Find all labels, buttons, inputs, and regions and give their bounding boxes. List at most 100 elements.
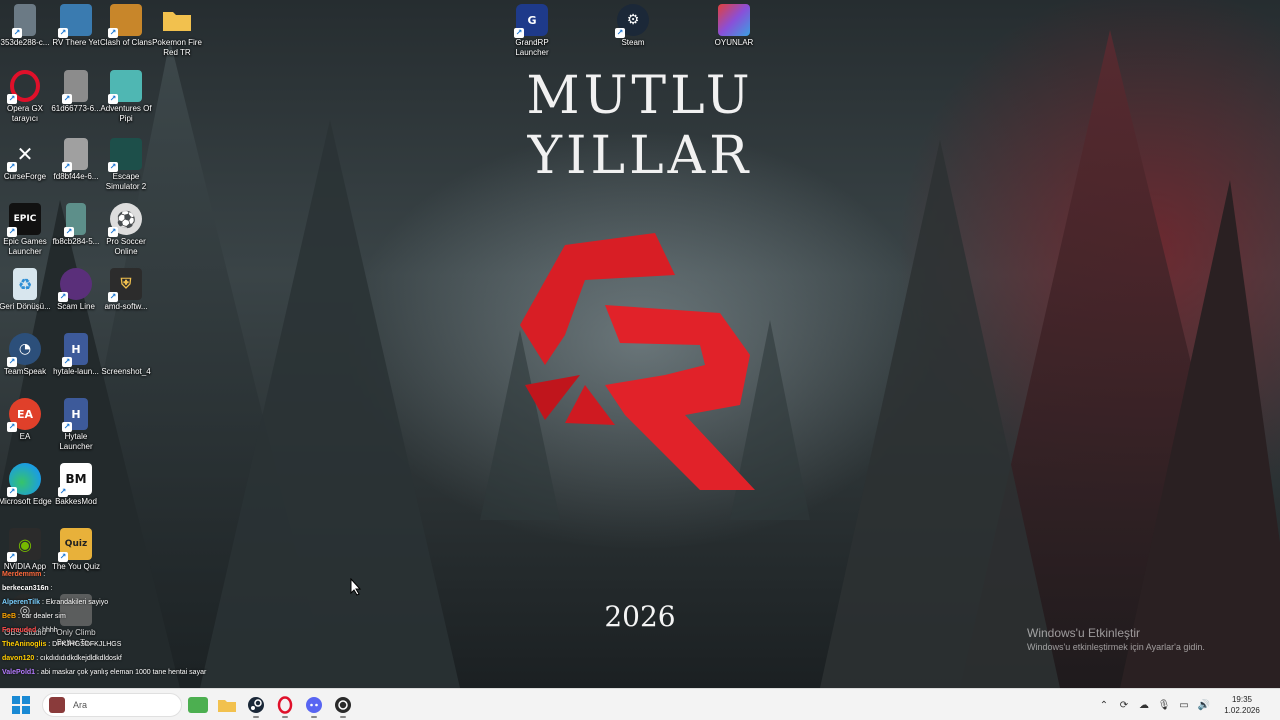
- chat-message: AlperenTilk : Ekrandakileri sayiyo: [2, 599, 109, 606]
- desktop-icon-bakkesmod[interactable]: BM ↗ BakkesMod: [48, 463, 104, 507]
- game-icon: ↗: [108, 70, 142, 104]
- folder-icon: [718, 4, 750, 36]
- desktop-icon-grandrp-launcher[interactable]: G ↗ GrandRP Launcher: [504, 4, 560, 58]
- desktop-icon-escape-simulator-2[interactable]: ↗ Escape Simulator 2: [98, 138, 154, 192]
- folder-icon: [218, 699, 236, 712]
- hytale-icon: H ↗: [62, 333, 88, 367]
- start-button[interactable]: [8, 692, 34, 718]
- desktop-icon-epic-games[interactable]: EPIC ↗ Epic Games Launcher: [0, 203, 53, 257]
- obs-icon: [335, 696, 351, 713]
- desktop-icon-353de288[interactable]: ↗ 353de288-c...: [0, 4, 53, 48]
- opera-icon: ↗: [7, 70, 41, 104]
- epic-icon: EPIC ↗: [7, 203, 41, 237]
- bakkesmod-icon: BM ↗: [58, 463, 92, 497]
- red-logo-emblem: [520, 233, 755, 490]
- chat-message: ValePold1 : abi maskar çok yanlış eleman…: [2, 669, 207, 676]
- recycle-bin-icon: ♻: [13, 268, 37, 300]
- game-icon: ↗: [58, 268, 92, 302]
- desktop-icon-opera-gx[interactable]: ↗ Opera GX tarayıcı: [0, 70, 53, 124]
- hytale-icon: H ↗: [62, 398, 88, 432]
- taskbar-steam[interactable]: [243, 692, 269, 718]
- desktop-icon-scam-line[interactable]: ↗ Scam Line: [48, 268, 104, 312]
- desktop-icon-nvidia[interactable]: ◉ ↗ NVIDIA App: [0, 528, 53, 572]
- desktop-icon-teamspeak[interactable]: ◔ ↗ TeamSpeak: [0, 333, 53, 377]
- image-file-icon: [110, 333, 142, 365]
- search-highlight-icon: [49, 696, 65, 713]
- taskbar-search-box[interactable]: Ara: [42, 692, 182, 717]
- chat-message: Merdemmm :: [2, 571, 46, 578]
- taskbar: Ara ⌃ ⟳ ☁ 🎙 ▭ 🔊 19:35 1.02.2026: [0, 688, 1280, 720]
- game-icon: ↗: [58, 4, 92, 38]
- desktop-icon-pro-soccer-online[interactable]: ⚽ ↗ Pro Soccer Online: [98, 203, 154, 257]
- clock-date: 1.02.2026: [1224, 706, 1260, 715]
- desktop-icon-screenshot-4[interactable]: Screenshot_4: [98, 333, 154, 377]
- taskbar-clock[interactable]: 19:35 1.02.2026: [1214, 694, 1270, 716]
- opera-icon: [277, 695, 293, 714]
- nvidia-icon: ◉ ↗: [7, 528, 41, 562]
- wallpaper-title: MUTLU YILLAR: [526, 66, 754, 186]
- desktop-icon-amd-software[interactable]: ⛨ ↗ amd-softw...: [98, 268, 154, 312]
- desktop-icon-pokemon-fire-red[interactable]: Pokemon Fire Red TR: [149, 4, 205, 58]
- taskbar-obs[interactable]: [330, 692, 356, 718]
- windows-activation-watermark: Windows'u Etkinleştir Windows'u etkinleş…: [1027, 626, 1205, 652]
- desktop-icon-rv-there-yet[interactable]: ↗ RV There Yet: [48, 4, 104, 48]
- image-file-icon: ↗: [12, 4, 36, 38]
- chevron-up-icon[interactable]: ⌃: [1094, 695, 1114, 715]
- desktop-icon-ea[interactable]: EA ↗ EA: [0, 398, 53, 442]
- stream-chat-overlay: Merdemmm : berkecan316n : AlperenTilk : …: [2, 568, 262, 680]
- desktop-icon-hytale-launcher[interactable]: H ↗ Hytale Launcher: [48, 398, 104, 452]
- curseforge-icon: ✕ ↗: [7, 142, 34, 172]
- taskbar-file-explorer[interactable]: [214, 692, 240, 718]
- chat-message: BeB : car dealer sim: [2, 613, 66, 620]
- activation-title: Windows'u Etkinleştir: [1027, 626, 1140, 640]
- image-file-icon: ↗: [62, 138, 88, 172]
- activation-subtitle: Windows'u etkinleştirmek için Ayarlar'a …: [1027, 642, 1205, 652]
- search-placeholder: Ara: [73, 699, 88, 710]
- teamspeak-icon: ◔ ↗: [7, 333, 41, 367]
- windows-logo-icon: [12, 695, 30, 714]
- sync-icon[interactable]: ⟳: [1114, 695, 1134, 715]
- taskbar-opera-gx[interactable]: [272, 692, 298, 718]
- desktop-icon-fb8cb284[interactable]: ↗ fb8cb284-5...: [48, 203, 104, 247]
- folder-icon: [161, 4, 193, 36]
- image-file-icon: ↗: [64, 203, 86, 237]
- installer-icon: ⛨ ↗: [108, 268, 142, 302]
- taskbar-discord[interactable]: [301, 692, 327, 718]
- speaker-icon[interactable]: 🔊: [1194, 695, 1214, 715]
- steam-icon: [248, 696, 264, 713]
- desktop-icon-hytale-launcher-file[interactable]: H ↗ hytale-laun...: [48, 333, 104, 377]
- network-icon[interactable]: ▭: [1174, 695, 1194, 715]
- grandrp-icon: G ↗: [514, 4, 548, 38]
- desktop-icon-recycle-bin[interactable]: ♻ Geri Dönüşü...: [0, 268, 53, 312]
- widgets-icon: [188, 696, 208, 713]
- chat-message: TheAninoglis : DFKJHGSDFKJLHGS: [2, 641, 122, 648]
- chat-message: berkecan316n :: [2, 585, 53, 592]
- desktop-icon-edge[interactable]: ↗ Microsoft Edge: [0, 463, 53, 507]
- chat-message: davon120 : cıkdıdıdıdkdkejdldkdldoskf: [2, 655, 122, 662]
- microphone-icon[interactable]: 🎙: [1154, 695, 1174, 715]
- image-file-icon: ↗: [62, 70, 88, 104]
- desktop-icon-fd8bf44e[interactable]: ↗ fd8bf44e-6...: [48, 138, 104, 182]
- ea-icon: EA ↗: [7, 398, 41, 432]
- game-icon: ↗: [108, 4, 142, 38]
- soccer-icon: ⚽ ↗: [108, 203, 142, 237]
- desktop-icon-61d66773[interactable]: ↗ 61d66773-6...: [48, 70, 104, 114]
- steam-icon: ⚙ ↗: [615, 4, 649, 38]
- desktop-icon-steam[interactable]: ⚙ ↗ Steam: [605, 4, 661, 48]
- quiz-icon: Quiz ↗: [58, 528, 92, 562]
- cloud-icon[interactable]: ☁: [1134, 695, 1154, 715]
- desktop-icon-curseforge[interactable]: ✕ ↗ CurseForge: [0, 138, 53, 182]
- game-icon: ↗: [108, 138, 142, 172]
- system-tray: ⌃ ⟳ ☁ 🎙 ▭ 🔊 19:35 1.02.2026: [1094, 689, 1280, 720]
- chat-message: Formuded : hhhh: [2, 627, 58, 634]
- discord-icon: [306, 696, 322, 713]
- clock-time: 19:35: [1231, 695, 1253, 704]
- taskbar-widgets[interactable]: [185, 692, 211, 718]
- desktop-icon-adventures-of-pipi[interactable]: ↗ Adventures Of Pipi: [98, 70, 154, 124]
- desktop-icon-clash-of-clans[interactable]: ↗ Clash of Clans: [98, 4, 154, 48]
- wallpaper-year: 2026: [604, 600, 676, 633]
- mouse-cursor-icon: [350, 578, 362, 596]
- desktop-icon-oyunlar[interactable]: OYUNLAR: [706, 4, 762, 48]
- desktop-icon-you-quiz[interactable]: Quiz ↗ The You Quiz: [48, 528, 104, 572]
- edge-icon: ↗: [7, 463, 41, 497]
